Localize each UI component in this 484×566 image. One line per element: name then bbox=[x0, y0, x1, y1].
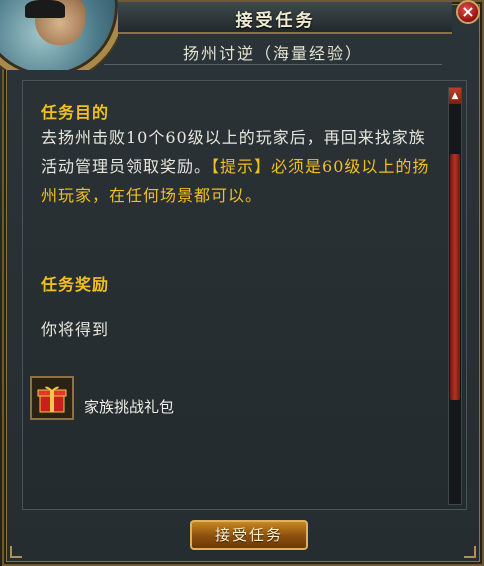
scroll-up-arrow-icon[interactable]: ▲ bbox=[449, 88, 461, 104]
reward-intro: 你将得到 bbox=[41, 320, 110, 339]
objective-body: 去扬州击败10个60级以上的玩家后，再回来找家族活动管理员领取奖励。【提示】必须… bbox=[41, 123, 436, 210]
objective-section: 任务目的 去扬州击败10个60级以上的玩家后，再回来找家族活动管理员领取奖励。【… bbox=[41, 99, 436, 210]
frame-corner-ornament bbox=[10, 546, 22, 558]
objective-heading: 任务目的 bbox=[41, 103, 110, 122]
quest-name: 扬州讨逆（海量经验） bbox=[182, 44, 363, 63]
dialog-title: 接受任务 bbox=[235, 11, 316, 31]
scrollbar[interactable]: ▲ bbox=[448, 87, 462, 505]
accept-quest-button[interactable]: 接受任务 bbox=[190, 520, 308, 550]
reward-item[interactable]: 家族挑战礼包 bbox=[30, 376, 410, 426]
gift-box-icon[interactable] bbox=[30, 376, 74, 420]
close-button[interactable]: × bbox=[456, 0, 480, 24]
quest-dialog: 接受任务 扬州讨逆（海量经验） 任务目的 去扬州击败10个60级以上的玩家后，再… bbox=[2, 0, 484, 566]
npc-hat bbox=[25, 0, 65, 18]
scroll-thumb[interactable] bbox=[450, 154, 460, 400]
npc-portrait bbox=[0, 0, 118, 70]
title-bar[interactable]: 接受任务 bbox=[99, 2, 452, 34]
frame-corner-ornament bbox=[464, 546, 476, 558]
reward-section: 任务奖励 你将得到 bbox=[41, 271, 436, 344]
quest-name-bar: 扬州讨逆（海量经验） bbox=[104, 38, 442, 65]
quest-description-panel[interactable]: 任务目的 去扬州击败10个60级以上的玩家后，再回来找家族活动管理员领取奖励。【… bbox=[22, 80, 467, 510]
reward-item-name: 家族挑战礼包 bbox=[84, 398, 175, 416]
reward-heading: 任务奖励 bbox=[41, 275, 110, 294]
